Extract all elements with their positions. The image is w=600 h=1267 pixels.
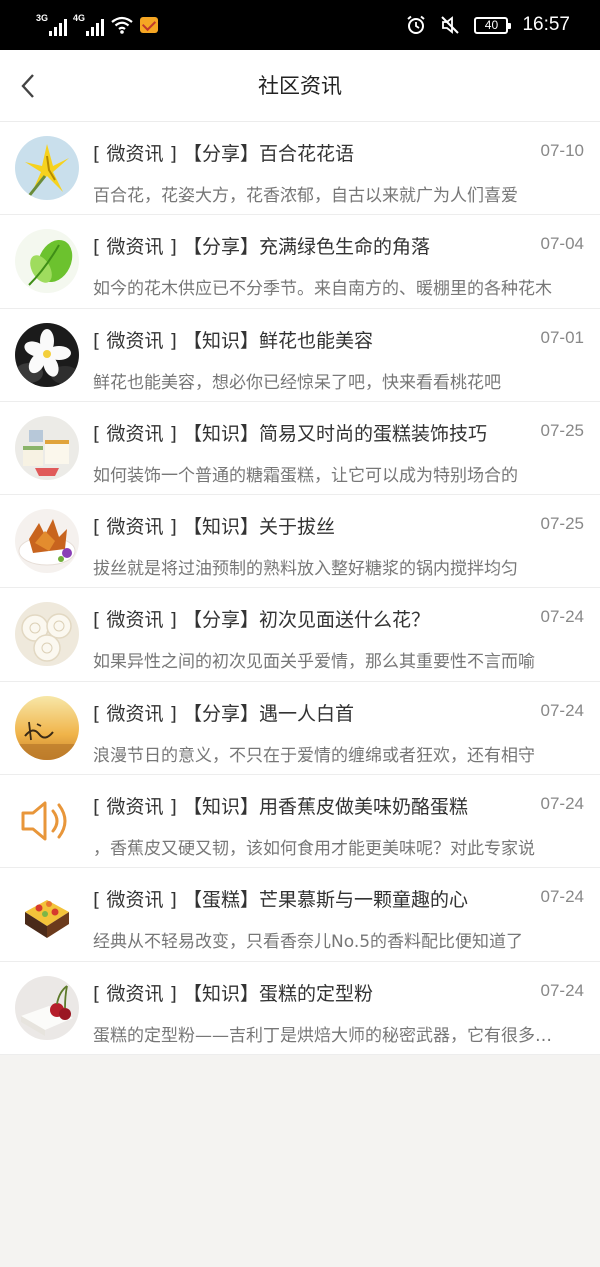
news-title: 芒果慕斯与一颗童趣的心: [258, 889, 468, 912]
news-date: 07-01: [540, 327, 584, 347]
news-title: 鲜花也能美容: [258, 329, 373, 352]
news-category: 【分享】: [182, 143, 259, 165]
status-bar: 3G 4G 40 16:57: [0, 0, 600, 50]
news-item[interactable]: [ 微资讯 ] 【知识】鲜花也能美容 07-01 鲜花也能美容，想必你已经惊呆了…: [0, 309, 600, 402]
nav-header: 社区资讯: [0, 50, 600, 122]
news-tag: [ 微资讯 ]: [93, 702, 177, 725]
news-category: 【知识】: [182, 422, 259, 445]
battery-icon: 40: [474, 16, 512, 34]
news-item[interactable]: [ 微资讯 ] 【知识】简易又时尚的蛋糕装饰技巧 07-25 如何装饰一个普通的…: [0, 402, 600, 496]
status-left: 3G 4G: [36, 12, 159, 38]
sunset-calligraphy-photo: [15, 695, 79, 760]
network-type: 4G: [73, 13, 86, 23]
news-date: 07-24: [540, 794, 584, 814]
news-summary: 经典从不轻易改变，只看香奈儿No.5的香料配比便知道了: [93, 932, 524, 953]
signal-icon: 4G: [73, 13, 105, 36]
news-category: 【知识】: [182, 329, 259, 352]
news-tag: [ 微资讯 ]: [93, 609, 177, 632]
news-category: 【知识】: [182, 982, 259, 1005]
fried-dish-photo: [15, 509, 79, 574]
white-flower-photo: [15, 322, 79, 387]
news-date: 07-24: [540, 607, 584, 627]
news-tag: [ 微资讯 ]: [93, 236, 177, 259]
news-date: 07-25: [540, 514, 584, 534]
news-date: 07-25: [540, 420, 584, 440]
news-title: 蛋糕的定型粉: [258, 982, 373, 1005]
signal-icon: 3G: [36, 13, 68, 36]
news-date: 07-24: [540, 980, 584, 1000]
news-category: 【分享】: [182, 702, 259, 725]
news-summary: 百合花，花姿大方，花香浓郁，自古以来就广为人们喜爱: [93, 186, 518, 206]
news-category: 【知识】: [182, 796, 259, 819]
cherry-dessert-photo: [15, 975, 79, 1040]
news-tag: [ 微资讯 ]: [93, 889, 177, 912]
white-roses-photo: [15, 602, 79, 667]
news-summary: 如果异性之间的初次见面关乎爱情，那么其重要性不言而喻: [93, 652, 535, 673]
news-title: 遇一人白首: [258, 702, 354, 725]
news-item[interactable]: [ 微资讯 ] 【分享】遇一人白首 07-24 浪漫节日的意义，不只在于爱情的缠…: [0, 682, 600, 776]
news-tag: [ 微资讯 ]: [93, 422, 177, 445]
news-date: 07-24: [540, 887, 584, 907]
speaker-icon: [15, 789, 79, 854]
news-item[interactable]: [ 微资讯 ] 【知识】蛋糕的定型粉 07-24 蛋糕的定型粉——吉利丁是烘焙大…: [0, 962, 600, 1055]
news-title: 百合花花语: [258, 143, 354, 165]
news-title: 简易又时尚的蛋糕装饰技巧: [258, 422, 487, 445]
news-item[interactable]: [ 微资讯 ] 【知识】用香蕉皮做美味奶酪蛋糕 07-24 ，香蕉皮又硬又韧，该…: [0, 775, 600, 869]
news-category: 【知识】: [182, 516, 259, 539]
green-plant-photo: [15, 229, 79, 294]
news-summary: 鲜花也能美容，想必你已经惊呆了吧，快来看看桃花吧: [93, 372, 501, 393]
news-item[interactable]: [ 微资讯 ] 【知识】关于拔丝 07-25 拔丝就是将过油预制的熟料放入整好糖…: [0, 495, 600, 589]
news-item[interactable]: [ 微资讯 ] 【分享】初次见面送什么花？ 07-24 如果异性之间的初次见面关…: [0, 588, 600, 682]
news-summary: 如何装饰一个普通的糖霜蛋糕，让它可以成为特别场合的: [93, 465, 518, 486]
news-summary: 如今的花木供应已不分季节。来自南方的、暖棚里的各种花木: [93, 279, 552, 300]
wifi-icon: [111, 16, 133, 34]
news-list: [ 微资讯 ] 【分享】百合花花语 07-10 百合花，花姿大方，花香浓郁，自古…: [0, 122, 600, 1055]
lily-photo: [15, 136, 79, 200]
news-date: 07-24: [540, 700, 584, 720]
news-item[interactable]: [ 微资讯 ] 【蛋糕】芒果慕斯与一颗童趣的心 07-24 经典从不轻易改变，只…: [0, 868, 600, 962]
news-summary: 蛋糕的定型粉——吉利丁是烘焙大师的秘密武器，它有很多用处: [93, 1025, 568, 1046]
news-title: 关于拔丝: [258, 516, 335, 539]
news-summary: 浪漫节日的意义，不只在于爱情的缠绵或者狂欢，还有相守: [93, 745, 535, 766]
news-date: 07-10: [540, 141, 584, 160]
status-right: 40 16:57: [406, 12, 570, 38]
cake-slices-photo: [15, 415, 79, 480]
network-type: 3G: [36, 13, 49, 23]
news-category: 【分享】: [182, 236, 259, 259]
news-tag: [ 微资讯 ]: [93, 516, 177, 539]
news-summary: ，香蕉皮又硬又韧，该如何食用才能更美味呢？对此专家说: [93, 839, 535, 860]
mute-icon: [441, 16, 460, 34]
news-tag: [ 微资讯 ]: [93, 796, 177, 819]
news-title: 初次见面送什么花？: [258, 609, 430, 632]
news-category: 【蛋糕】: [182, 889, 259, 912]
mail-notification-icon: [140, 17, 159, 33]
mousse-cake-photo: [15, 882, 79, 947]
news-title: 充满绿色生命的角落: [258, 236, 430, 259]
news-title: 用香蕉皮做美味奶酪蛋糕: [258, 796, 468, 819]
news-tag: [ 微资讯 ]: [93, 143, 177, 165]
news-item[interactable]: [ 微资讯 ] 【分享】充满绿色生命的角落 07-04 如今的花木供应已不分季节…: [0, 215, 600, 309]
alarm-icon: [407, 15, 426, 34]
news-summary: 拔丝就是将过油预制的熟料放入整好糖浆的锅内搅拌均匀: [93, 559, 518, 580]
news-item[interactable]: [ 微资讯 ] 【分享】百合花花语 07-10 百合花，花姿大方，花香浓郁，自古…: [0, 122, 600, 216]
news-tag: [ 微资讯 ]: [93, 982, 177, 1005]
news-date: 07-04: [540, 234, 584, 254]
page-title: 社区资讯: [258, 74, 342, 98]
clock: 16:57: [522, 14, 570, 35]
news-category: 【分享】: [182, 609, 259, 632]
news-tag: [ 微资讯 ]: [93, 329, 177, 352]
